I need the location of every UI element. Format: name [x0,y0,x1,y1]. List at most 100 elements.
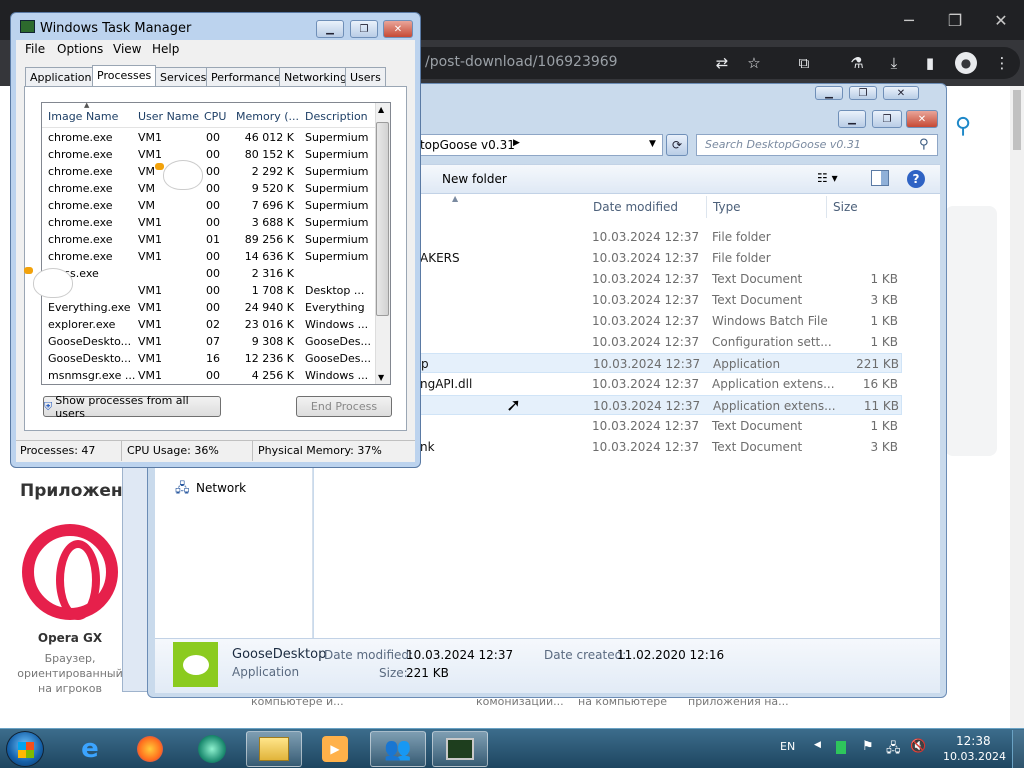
explorer-minimize-button[interactable]: ▁ [838,110,866,128]
file-row[interactable]: nk 10.03.2024 12:37 Text Document 3 KB [400,437,902,457]
col-cpu[interactable]: CPU [204,110,226,123]
process-list-scroll-thumb[interactable] [376,122,389,316]
menu-file[interactable]: File [25,42,45,56]
explorer-restore-button[interactable]: ❐ [872,110,902,128]
network-icon[interactable]: 🖧 [175,479,190,501]
back-window-restore-button[interactable]: ❐ [849,86,877,100]
start-button[interactable] [6,731,44,767]
volume-muted-icon[interactable]: 🔇 [910,739,926,754]
process-row[interactable]: chrome.exe VM 00 7 696 K Supermium [42,197,375,214]
show-desktop-button[interactable] [1012,730,1024,768]
column-date-modified[interactable]: Date modified [593,200,678,214]
tab-applications[interactable]: Applications [25,67,103,87]
translate-icon[interactable]: ⇄ [710,51,734,75]
tm-maximize-button[interactable]: ❐ [350,20,378,38]
column-divider[interactable] [706,196,707,218]
breadcrumb-chevron-icon[interactable]: ▶ [513,138,520,148]
process-row[interactable]: msnmsgr.exe ... VM1 00 4 256 K Windows ... [42,367,375,384]
file-row[interactable]: 10.03.2024 12:37 Text Document 1 KB [400,416,902,436]
extensions-icon[interactable]: ⧉ [792,51,816,75]
page-search-icon[interactable]: ⚲ [955,114,971,139]
tab-users[interactable]: Users [345,67,386,87]
profile-icon[interactable]: ● [954,51,978,75]
ie-taskbar-button[interactable]: e [62,731,118,767]
tab-processes[interactable]: Processes [92,65,157,88]
show-hidden-icons-icon[interactable]: ◀ [814,740,821,750]
labs-icon[interactable]: ⚗ [845,51,869,75]
process-row[interactable]: chrome.exe VM1 00 14 636 K Supermium [42,248,375,265]
menu-options[interactable]: Options [57,42,103,56]
view-options-icon[interactable]: ☷ ▾ [817,171,838,185]
scroll-up-icon[interactable]: ▲ [378,105,384,114]
process-row[interactable]: GooseDeskto... VM1 07 9 308 K GooseDes... [42,333,375,350]
clock-time[interactable]: 12:38 [956,734,991,748]
media-player-taskbar-button[interactable]: ▶ [307,731,363,767]
explorer-search-box[interactable]: Search DesktopGoose v0.31 ⚲ [696,134,938,156]
process-row[interactable]: chrome.exe VM1 00 46 012 K Supermium [42,129,375,146]
explorer-taskbar-button[interactable] [246,731,302,767]
menu-help[interactable]: Help [152,42,179,56]
file-row[interactable]: 10.03.2024 12:37 Text Document 1 KB [400,269,902,289]
process-row[interactable]: GooseDeskto... VM1 16 12 236 K GooseDes... [42,350,375,367]
tray-app-icon[interactable] [836,741,846,754]
search-placeholder[interactable]: Search DesktopGoose v0.31 [705,138,861,151]
preview-pane-icon[interactable] [871,170,889,186]
process-row[interactable]: chrome.exe VM1 00 3 688 K Supermium [42,214,375,231]
side-panel-icon[interactable]: ▮ [918,51,942,75]
language-indicator[interactable]: EN [780,740,795,753]
app-name[interactable]: Opera GX [20,631,120,645]
refresh-icon[interactable]: ⟳ [666,134,688,156]
menu-kebab-icon[interactable]: ⋮ [990,51,1014,75]
process-row[interactable]: csrss.exe 00 2 316 K [42,265,375,282]
bookmark-star-icon[interactable]: ☆ [742,51,766,75]
address-bar-url[interactable]: /post-download/106923969 [425,54,618,70]
process-row[interactable]: Everything.exe VM1 00 24 940 K Everything [42,299,375,316]
col-description[interactable]: Description [305,110,368,123]
tm-minimize-button[interactable]: ▁ [316,20,344,38]
file-row[interactable]: 10.03.2024 12:37 Text Document 3 KB [400,290,902,310]
tab-services[interactable]: Services [155,67,212,87]
file-row[interactable]: p 10.03.2024 12:37 Application 221 KB [400,353,902,373]
process-row[interactable]: chrome.exe VM1 01 89 256 K Supermium [42,231,375,248]
messenger-taskbar-button[interactable]: 👥 [370,731,426,767]
new-folder-button[interactable]: New folder [442,172,507,186]
firefox-taskbar-button[interactable] [122,731,178,767]
column-size[interactable]: Size [833,200,858,214]
action-center-flag-icon[interactable]: ⚑ [862,739,874,754]
column-divider[interactable] [826,196,827,218]
back-window-close-button[interactable]: ✕ [883,86,919,100]
browser-restore-button[interactable]: ❐ [932,0,978,40]
file-row[interactable]: 10.03.2024 12:37 Windows Batch File 1 KB [400,311,902,331]
process-row[interactable]: explorer.exe VM1 02 23 016 K Windows ... [42,316,375,333]
browser-minimize-button[interactable]: ─ [886,0,932,40]
end-process-button[interactable]: End Process [296,396,392,417]
col-image-name[interactable]: Image Name [48,110,118,123]
tab-performance[interactable]: Performance [206,67,286,87]
process-row[interactable]: chrome.exe VM 00 2 292 K Supermium [42,163,375,180]
nav-item-network[interactable]: Network [196,481,246,495]
col-memory[interactable]: Memory (... [236,110,299,123]
file-row[interactable]: 10.03.2024 12:37 File folder [400,227,902,247]
process-row[interactable]: chrome.exe VM1 00 80 152 K Supermium [42,146,375,163]
opera-gx-logo-icon[interactable] [22,524,118,620]
page-scrollbar-thumb[interactable] [1013,90,1021,150]
download-icon[interactable]: ⤓ [882,51,906,75]
search-icon[interactable]: ⚲ [919,137,929,152]
file-row[interactable]: ngAPI.dll 10.03.2024 12:37 Application ext… [400,374,902,394]
process-row[interactable]: chrome.exe VM 00 9 520 K Supermium [42,180,375,197]
browser-close-button[interactable]: ✕ [978,0,1024,40]
col-user-name[interactable]: User Name [138,110,199,123]
network-tray-icon[interactable]: 🖧 [886,739,901,761]
task-manager-taskbar-button[interactable] [432,731,488,767]
tm-close-button[interactable]: ✕ [383,20,413,38]
show-all-processes-button[interactable]: ⛨ Show processes from all users [43,394,221,420]
column-type[interactable]: Type [713,200,741,214]
process-row[interactable]: exeVM1001 708 KDesktop ... [42,282,375,299]
explorer-close-button[interactable]: ✕ [906,110,938,128]
help-icon[interactable]: ? [907,170,925,188]
file-row[interactable]: 10.03.2024 12:37 Application extens... 11 … [400,395,902,415]
clock-date[interactable]: 10.03.2024 [943,750,1006,763]
page-scrollbar[interactable] [1010,86,1024,728]
breadcrumb[interactable]: ktopGoose v0.31 [413,138,515,152]
browser-taskbar-button[interactable] [184,731,240,767]
